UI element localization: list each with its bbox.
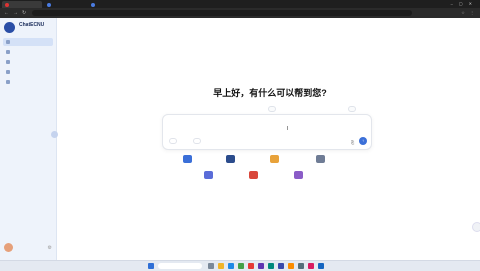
chat-icon [6, 40, 10, 44]
logo-icon [4, 22, 15, 33]
app-shortcut[interactable] [226, 154, 266, 164]
suggestion-chip[interactable] [348, 106, 356, 112]
start-icon[interactable] [148, 263, 154, 269]
browser-tab[interactable] [2, 1, 42, 8]
sidebar-item-apps[interactable] [3, 48, 53, 56]
reload-icon[interactable]: ↻ [22, 10, 26, 16]
apps-icon [6, 50, 10, 54]
sidebar-item-knowledge[interactable] [3, 58, 53, 66]
file-explorer-icon[interactable] [218, 263, 224, 269]
app-icon [204, 171, 213, 179]
app-icon [294, 171, 303, 179]
avatar [4, 243, 13, 252]
app-taskbar-icon[interactable] [268, 263, 274, 269]
app-shortcut[interactable] [204, 170, 240, 180]
app-shortcut[interactable] [294, 170, 330, 180]
web-search-toggle[interactable] [193, 138, 201, 144]
help-button[interactable] [472, 222, 480, 232]
brand-title: ChatECNU [19, 22, 45, 28]
address-bar-row: ← → ↻ ☆ ⋮ [0, 8, 480, 18]
page-title: 早上好，有什么可以帮到您? [213, 88, 327, 98]
os-taskbar [0, 260, 480, 271]
gear-icon[interactable]: ⚙ [48, 245, 52, 251]
app-taskbar-icon[interactable] [288, 263, 294, 269]
attach-icon[interactable]: ⎘ [351, 140, 354, 145]
chrome-icon[interactable] [238, 263, 244, 269]
knowledge-icon [6, 60, 10, 64]
back-icon[interactable]: ← [4, 10, 9, 16]
forward-icon[interactable]: → [13, 10, 18, 16]
favicon-icon [47, 3, 51, 7]
app-taskbar-icon[interactable] [248, 263, 254, 269]
taskbar-search-input[interactable] [158, 263, 202, 269]
app-icon [226, 155, 235, 163]
app-icon [249, 171, 258, 179]
app-shortcut[interactable] [249, 170, 285, 180]
favicon-icon [91, 3, 95, 7]
app-taskbar-icon[interactable] [278, 263, 284, 269]
browser-tab-bar: –▢✕ [0, 0, 480, 8]
deep-think-toggle[interactable] [169, 138, 177, 144]
url-input[interactable] [32, 10, 412, 16]
app-taskbar-icon[interactable] [308, 263, 314, 269]
sidebar-item-agent[interactable] [3, 68, 53, 76]
sidebar-item-more[interactable] [3, 78, 53, 86]
app-shortcut[interactable] [316, 154, 364, 164]
task-view-icon[interactable] [208, 263, 214, 269]
sidebar: ChatECNU ⚙ [0, 18, 57, 260]
app-icon [316, 155, 325, 163]
text-cursor: I [287, 126, 289, 132]
app-taskbar-icon[interactable] [318, 263, 324, 269]
favicon-icon [5, 3, 9, 7]
app-shortcut[interactable] [270, 154, 310, 164]
more-icon [6, 80, 10, 84]
app-shortcut[interactable] [183, 154, 223, 164]
sidebar-item-chat[interactable] [3, 38, 53, 46]
collapse-sidebar-button[interactable] [51, 131, 58, 138]
app-taskbar-icon[interactable] [258, 263, 264, 269]
agent-icon [6, 70, 10, 74]
browser-tab[interactable] [44, 1, 86, 8]
app-icon [270, 155, 279, 163]
extension-icons[interactable]: ☆ ⋮ [461, 10, 476, 15]
chat-input-box[interactable]: I ⎘ ↑ [162, 114, 372, 150]
edge-icon[interactable] [228, 263, 234, 269]
browser-tab[interactable] [88, 1, 130, 8]
window-controls[interactable]: –▢✕ [451, 1, 478, 6]
app-icon [183, 155, 192, 163]
app-taskbar-icon[interactable] [298, 263, 304, 269]
suggestion-chip[interactable] [268, 106, 276, 112]
user-profile[interactable]: ⚙ [3, 242, 53, 254]
send-button[interactable]: ↑ [359, 137, 367, 145]
